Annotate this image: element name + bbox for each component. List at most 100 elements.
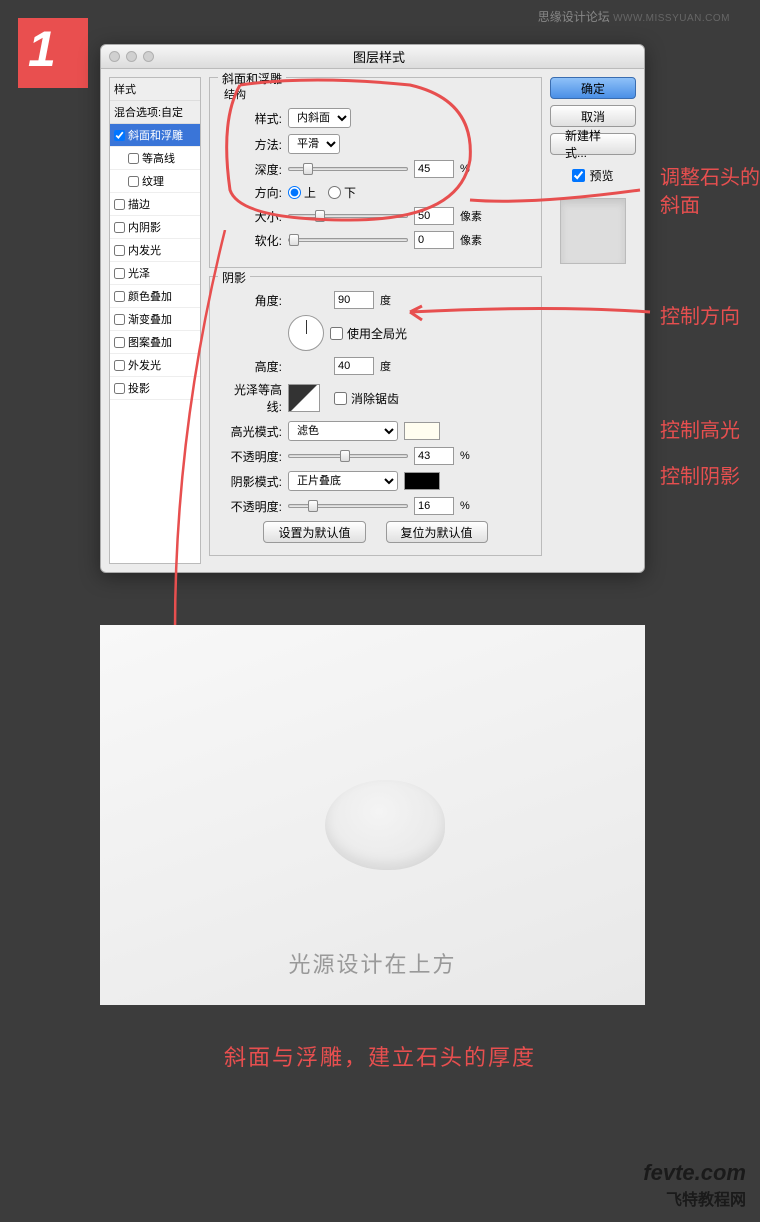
style-item-inner-glow[interactable]: 内发光 — [110, 239, 200, 262]
style-label: 等高线 — [142, 150, 175, 166]
depth-slider[interactable] — [288, 167, 408, 171]
style-item-texture[interactable]: 纹理 — [110, 170, 200, 193]
shadow-color-swatch[interactable] — [404, 472, 440, 490]
style-label: 纹理 — [142, 173, 164, 189]
size-unit: 像素 — [460, 208, 482, 224]
style-item-pattern-overlay[interactable]: 图案叠加 — [110, 331, 200, 354]
preview-swatch — [560, 198, 626, 264]
stone-shape — [325, 780, 445, 870]
style-item-contour[interactable]: 等高线 — [110, 147, 200, 170]
styles-list: 样式 混合选项:自定 斜面和浮雕 等高线 纹理 描边 内阴影 内发光 光泽 颜色… — [109, 77, 201, 564]
make-default-button[interactable]: 设置为默认值 — [263, 521, 365, 543]
style-item-bevel[interactable]: 斜面和浮雕 — [110, 124, 200, 147]
drop-shadow-checkbox[interactable] — [114, 383, 125, 394]
minimize-dot[interactable] — [126, 51, 137, 62]
dialog-title: 图层样式 — [154, 47, 604, 66]
soften-label: 软化: — [220, 232, 282, 249]
style-label: 外发光 — [128, 357, 161, 373]
styles-header[interactable]: 样式 — [110, 78, 200, 101]
stroke-checkbox[interactable] — [114, 199, 125, 210]
direction-down-radio[interactable]: 下 — [328, 184, 356, 201]
antialias-checkbox[interactable]: 消除锯齿 — [334, 390, 399, 407]
technique-select[interactable]: 平滑 — [288, 134, 340, 154]
size-input[interactable] — [414, 207, 454, 225]
soften-unit: 像素 — [460, 232, 482, 248]
shadow-opacity-unit: % — [460, 500, 470, 512]
shading-fieldset: 阴影 角度: 度 使用全局光 高度: 度 — [209, 276, 542, 556]
bevel-legend: 斜面和浮雕 — [218, 70, 286, 87]
style-label: 内发光 — [128, 242, 161, 258]
structure-label: 结构 — [224, 86, 531, 102]
angle-dial[interactable] — [288, 315, 324, 351]
step-caption: 斜面与浮雕，建立石头的厚度 — [0, 1040, 760, 1072]
gloss-contour-label: 光泽等高线: — [220, 381, 282, 415]
shading-legend: 阴影 — [218, 269, 250, 286]
soften-slider[interactable] — [288, 238, 408, 242]
style-item-outer-glow[interactable]: 外发光 — [110, 354, 200, 377]
texture-checkbox[interactable] — [128, 176, 139, 187]
highlight-opacity-label: 不透明度: — [220, 448, 282, 465]
zoom-dot[interactable] — [143, 51, 154, 62]
cancel-button[interactable]: 取消 — [550, 105, 636, 127]
depth-unit: % — [460, 163, 470, 175]
style-label: 颜色叠加 — [128, 288, 172, 304]
gradient-overlay-checkbox[interactable] — [114, 314, 125, 325]
pattern-overlay-checkbox[interactable] — [114, 337, 125, 348]
style-item-color-overlay[interactable]: 颜色叠加 — [110, 285, 200, 308]
settings-panel: 斜面和浮雕 结构 样式: 内斜面 方法: 平滑 深度: % 方向: — [209, 77, 542, 564]
shadow-opacity-slider[interactable] — [288, 504, 408, 508]
technique-label: 方法: — [220, 136, 282, 153]
style-label: 投影 — [128, 380, 150, 396]
style-item-gradient-overlay[interactable]: 渐变叠加 — [110, 308, 200, 331]
blend-options-item[interactable]: 混合选项:自定 — [110, 101, 200, 124]
bevel-fieldset: 斜面和浮雕 结构 样式: 内斜面 方法: 平滑 深度: % 方向: — [209, 77, 542, 268]
style-select[interactable]: 内斜面 — [288, 108, 351, 128]
size-slider[interactable] — [288, 214, 408, 218]
satin-checkbox[interactable] — [114, 268, 125, 279]
window-controls — [109, 51, 154, 62]
shadow-opacity-label: 不透明度: — [220, 498, 282, 515]
outer-glow-checkbox[interactable] — [114, 360, 125, 371]
style-item-drop-shadow[interactable]: 投影 — [110, 377, 200, 400]
dialog-titlebar[interactable]: 图层样式 — [101, 45, 644, 69]
depth-input[interactable] — [414, 160, 454, 178]
style-item-stroke[interactable]: 描边 — [110, 193, 200, 216]
style-label: 渐变叠加 — [128, 311, 172, 327]
angle-label: 角度: — [220, 292, 282, 309]
inner-glow-checkbox[interactable] — [114, 245, 125, 256]
global-light-checkbox[interactable]: 使用全局光 — [330, 325, 407, 342]
contour-checkbox[interactable] — [128, 153, 139, 164]
highlight-mode-select[interactable]: 滤色 — [288, 421, 398, 441]
ok-button[interactable]: 确定 — [550, 77, 636, 99]
highlight-opacity-slider[interactable] — [288, 454, 408, 458]
preview-checkbox[interactable]: 预览 — [550, 167, 636, 184]
style-item-inner-shadow[interactable]: 内阴影 — [110, 216, 200, 239]
style-label: 图案叠加 — [128, 334, 172, 350]
style-item-satin[interactable]: 光泽 — [110, 262, 200, 285]
angle-input[interactable] — [334, 291, 374, 309]
direction-up-radio[interactable]: 上 — [288, 184, 316, 201]
shadow-opacity-input[interactable] — [414, 497, 454, 515]
altitude-label: 高度: — [220, 358, 282, 375]
highlight-color-swatch[interactable] — [404, 422, 440, 440]
altitude-input[interactable] — [334, 357, 374, 375]
highlight-opacity-input[interactable] — [414, 447, 454, 465]
style-label: 样式: — [220, 110, 282, 127]
annotation-text-2: 控制方向 — [660, 300, 740, 329]
annotation-text-3: 控制高光 — [660, 414, 740, 443]
depth-label: 深度: — [220, 161, 282, 178]
altitude-unit: 度 — [380, 358, 391, 374]
soften-input[interactable] — [414, 231, 454, 249]
result-preview-canvas: 光源设计在上方 — [100, 625, 645, 1005]
reset-default-button[interactable]: 复位为默认值 — [386, 521, 488, 543]
size-label: 大小: — [220, 208, 282, 225]
inner-shadow-checkbox[interactable] — [114, 222, 125, 233]
watermark-top: 思缘设计论坛 WWW.MISSYUAN.COM — [538, 8, 730, 25]
gloss-contour-picker[interactable] — [288, 384, 320, 412]
bevel-checkbox[interactable] — [114, 130, 125, 141]
color-overlay-checkbox[interactable] — [114, 291, 125, 302]
new-style-button[interactable]: 新建样式... — [550, 133, 636, 155]
shadow-mode-select[interactable]: 正片叠底 — [288, 471, 398, 491]
close-dot[interactable] — [109, 51, 120, 62]
footer-domain: fevte.com — [643, 1160, 746, 1186]
